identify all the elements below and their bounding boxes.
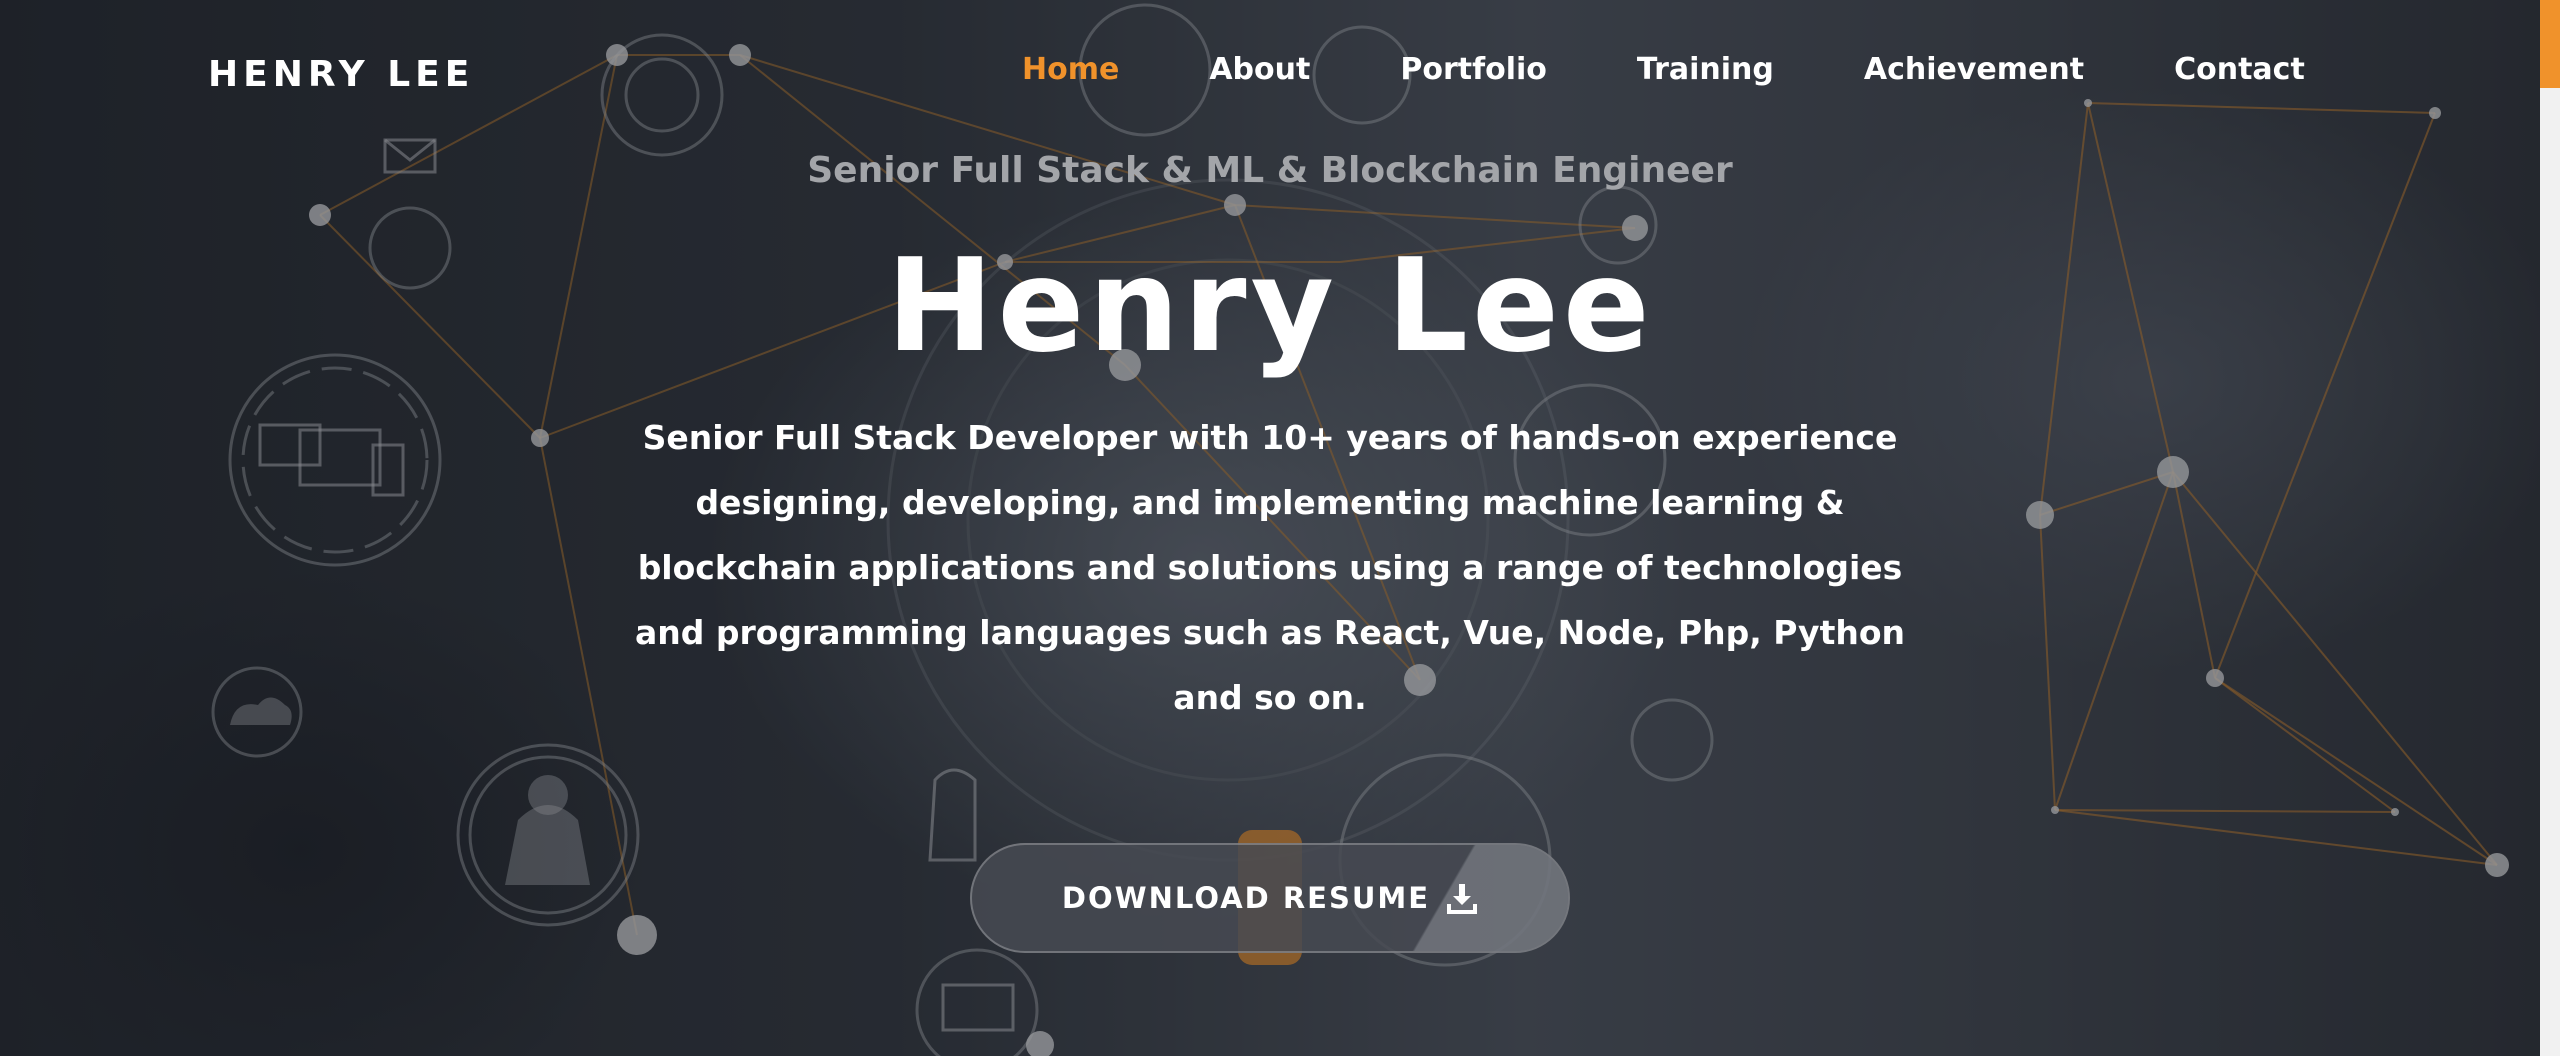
- nav-home[interactable]: Home: [1022, 52, 1119, 87]
- hero-subtitle: Senior Full Stack & ML & Blockchain Engi…: [807, 150, 1733, 191]
- nav-achievement[interactable]: Achievement: [1864, 52, 2084, 87]
- download-resume-label: DOWNLOAD RESUME: [1061, 881, 1431, 915]
- nav-training[interactable]: Training: [1637, 52, 1774, 87]
- hero-description: Senior Full Stack Developer with 10+ yea…: [634, 418, 1906, 717]
- brand-logo[interactable]: HENRY LEE: [208, 54, 474, 95]
- nav-contact[interactable]: Contact: [2174, 52, 2305, 87]
- hero-name: Henry Lee: [886, 232, 1654, 381]
- scrollbar-thumb[interactable]: [2540, 0, 2560, 88]
- nav-portfolio[interactable]: Portfolio: [1400, 52, 1547, 87]
- download-icon: [1446, 882, 1478, 914]
- page-scrollbar[interactable]: [2540, 0, 2560, 1056]
- nav-about[interactable]: About: [1209, 52, 1310, 87]
- main-nav: Home About Portfolio Training Achievemen…: [1022, 52, 2305, 87]
- download-resume-button[interactable]: DOWNLOAD RESUME: [970, 843, 1570, 953]
